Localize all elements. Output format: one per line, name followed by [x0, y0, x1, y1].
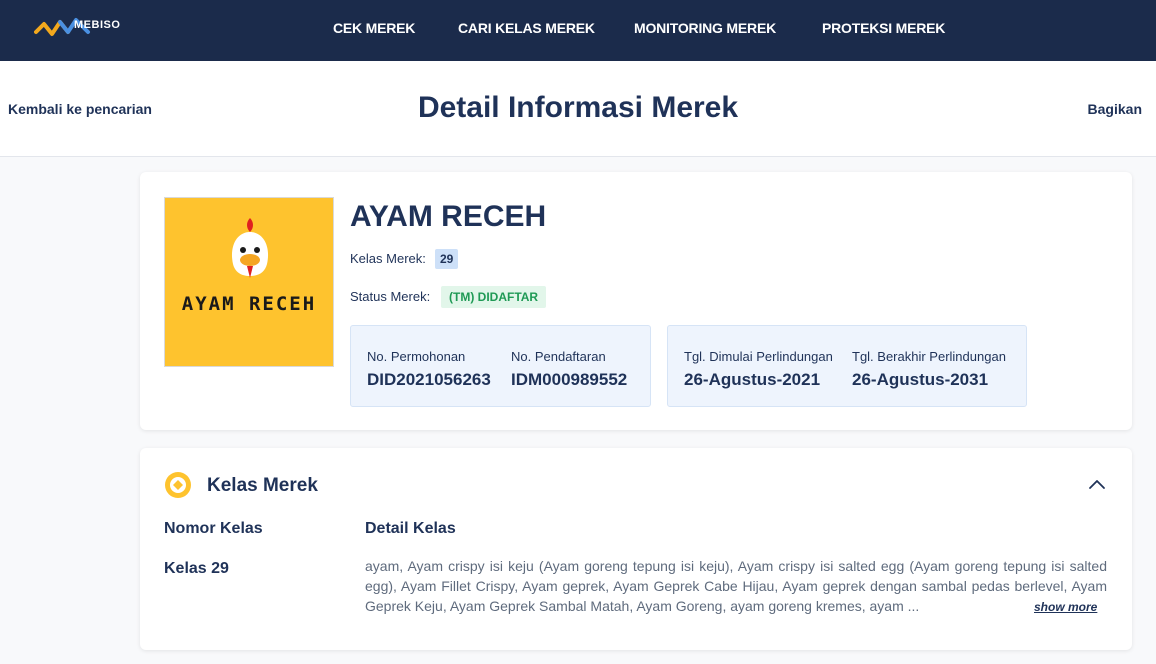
show-more-link[interactable]: show more: [1034, 600, 1097, 614]
page-title: Detail Informasi Merek: [417, 91, 739, 124]
nav-cari-kelas-merek[interactable]: CARI KELAS MEREK: [458, 20, 595, 36]
registration-info-box: No. Permohonan DID2021056263 No. Pendaft…: [350, 325, 651, 407]
nav-proteksi-merek[interactable]: PROTEKSI MEREK: [822, 20, 945, 36]
brand-detail-card: AYAM RECEH AYAM RECEH Kelas Merek: 29 St…: [140, 172, 1132, 430]
registration-number-label: No. Pendaftaran: [511, 349, 606, 364]
class-section-title: Kelas Merek: [207, 475, 318, 496]
share-button[interactable]: Bagikan: [1088, 101, 1142, 117]
chevron-up-icon[interactable]: [1088, 478, 1106, 490]
top-navbar: MEBISO CEK MEREK CARI KELAS MEREK MONITO…: [0, 0, 1156, 61]
protection-end-date: 26-Agustus-2031: [852, 370, 989, 389]
logo-text: MEBISO: [74, 19, 121, 31]
page-header: Kembali ke pencarian Detail Informasi Me…: [0, 61, 1156, 157]
protection-start-label: Tgl. Dimulai Perlindungan: [684, 349, 833, 364]
application-number-label: No. Permohonan: [367, 349, 466, 364]
registration-number: IDM000989552: [511, 370, 628, 389]
application-number: DID2021056263: [367, 370, 491, 389]
class-section-card: Kelas Merek Nomor Kelas Detail Kelas Kel…: [140, 448, 1132, 650]
status-badge: (TM) DIDAFTAR: [441, 286, 547, 308]
class-label: Kelas Merek:: [350, 251, 426, 266]
chicken-icon: [231, 218, 269, 278]
class-icon: [165, 472, 191, 498]
class-badge: 29: [435, 249, 459, 269]
brand-logo-text: AYAM RECEH: [181, 293, 317, 315]
brand-name: AYAM RECEH: [350, 200, 547, 233]
protection-info-box: Tgl. Dimulai Perlindungan 26-Agustus-202…: [667, 325, 1027, 407]
column-header-class-detail: Detail Kelas: [365, 520, 456, 537]
class-number: Kelas 29: [164, 560, 229, 577]
nav-monitoring-merek[interactable]: MONITORING MEREK: [634, 20, 776, 36]
brand-logo-image: AYAM RECEH: [164, 197, 334, 367]
class-detail-text: ayam, Ayam crispy isi keju (Ayam goreng …: [365, 558, 1107, 614]
nav-cek-merek[interactable]: CEK MEREK: [333, 20, 415, 36]
column-header-class-number: Nomor Kelas: [164, 520, 263, 537]
protection-end-label: Tgl. Berakhir Perlindungan: [852, 349, 1006, 364]
status-label: Status Merek:: [350, 289, 431, 304]
protection-start-date: 26-Agustus-2021: [684, 370, 821, 389]
